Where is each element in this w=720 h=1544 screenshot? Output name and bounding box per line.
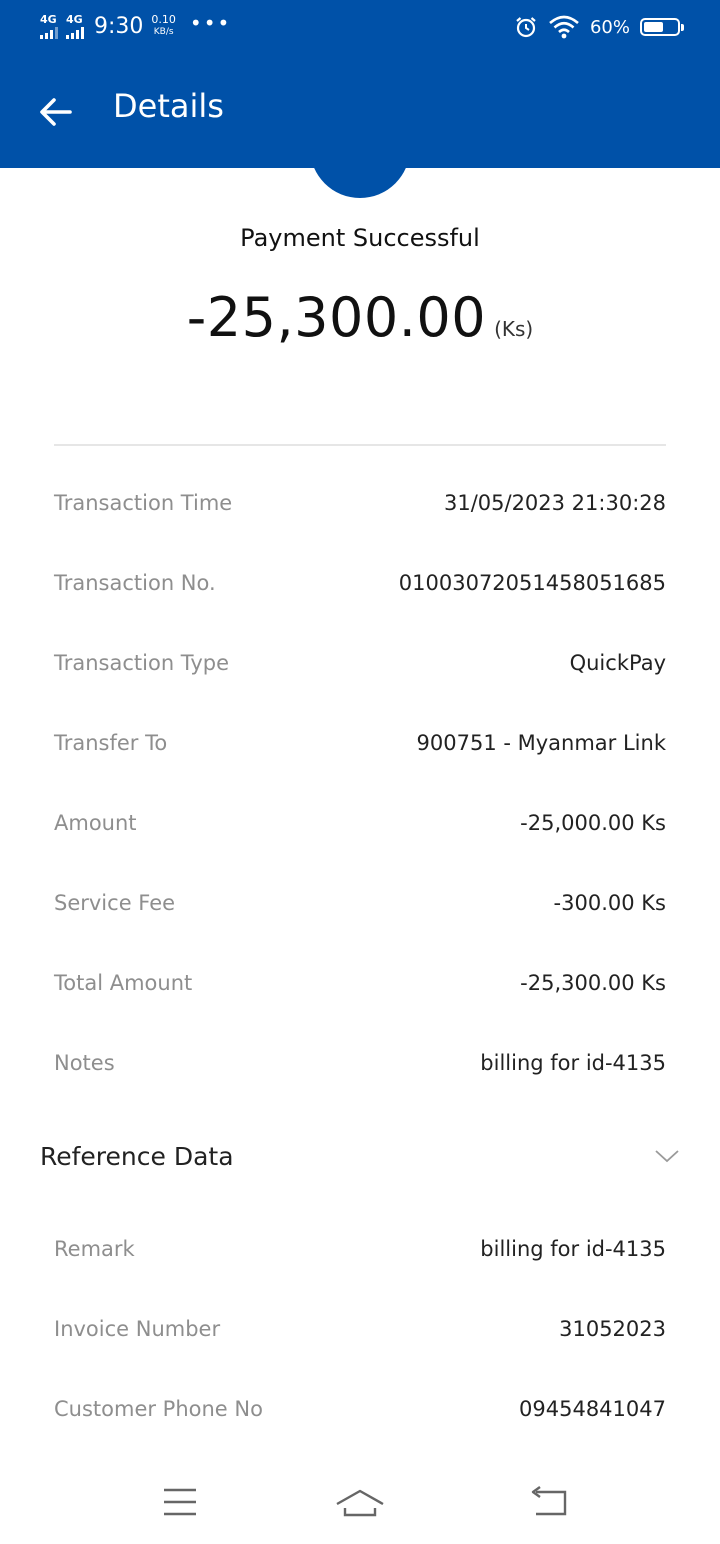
detail-label: Transaction No. (54, 571, 216, 595)
detail-value: 31/05/2023 21:30:28 (443, 491, 666, 515)
battery-level (644, 22, 663, 32)
battery-icon (640, 18, 684, 36)
detail-value: 01003072051458051685 (398, 571, 666, 595)
payment-status: Payment Successful (240, 224, 480, 252)
amount-summary: -25,300.00 (Ks) (0, 286, 720, 349)
detail-row-total-amount: Total Amount -25,300.00 Ks (54, 963, 666, 1003)
detail-label: Total Amount (54, 971, 193, 995)
reference-row-invoice-number: Invoice Number 31052023 (54, 1309, 666, 1349)
app-bar: Details (0, 52, 720, 168)
alarm-icon (516, 17, 536, 38)
network-type-label: 4G (66, 12, 83, 26)
nav-menu-button[interactable] (150, 1480, 210, 1524)
network-speed-unit: KB/s (153, 27, 174, 37)
home-icon (336, 1489, 384, 1517)
status-bar-right: 60% (514, 12, 684, 42)
wifi-icon (549, 15, 579, 39)
signal-1: 4G (40, 14, 58, 39)
detail-value: QuickPay (569, 651, 666, 675)
detail-value: -300.00 Ks (553, 891, 666, 915)
signal-bars-icon (66, 26, 84, 39)
status-bar-left: 4G 4G 9:30 0.10 KB/s ••• (40, 10, 231, 42)
arrow-left-icon (40, 98, 72, 126)
detail-row-transaction-type: Transaction Type QuickPay (54, 643, 666, 683)
network-speed: 0.10 KB/s (151, 13, 176, 39)
detail-label: Service Fee (54, 891, 176, 915)
currency-label: (Ks) (494, 317, 534, 341)
signal-2: 4G (66, 14, 84, 39)
detail-label: Invoice Number (54, 1317, 221, 1341)
detail-row-notes: Notes billing for id-4135 (54, 1043, 666, 1083)
detail-value: -25,000.00 Ks (520, 811, 666, 835)
detail-row-amount: Amount -25,000.00 Ks (54, 803, 666, 843)
header-decoration (0, 168, 720, 208)
detail-label: Amount (54, 811, 137, 835)
network-speed-value: 0.10 (151, 13, 176, 26)
detail-value: billing for id-4135 (480, 1237, 666, 1261)
detail-label: Transaction Type (54, 651, 230, 675)
status-bar: 4G 4G 9:30 0.10 KB/s ••• 60% (0, 0, 720, 52)
success-badge-shape (310, 168, 410, 198)
more-notifications-icon: ••• (189, 11, 232, 35)
system-nav-bar (0, 1460, 720, 1544)
detail-label: Transaction Time (54, 491, 233, 515)
reference-data-toggle[interactable]: Reference Data (40, 1136, 680, 1176)
reference-data-title: Reference Data (40, 1141, 234, 1171)
detail-row-transaction-time: Transaction Time 31/05/2023 21:30:28 (54, 483, 666, 523)
detail-row-transaction-no: Transaction No. 01003072051458051685 (54, 563, 666, 603)
detail-label: Transfer To (54, 731, 168, 755)
signal-bars-icon (40, 26, 58, 39)
clock: 9:30 (94, 13, 144, 39)
page-title: Details (113, 87, 224, 125)
detail-value: 09454841047 (519, 1397, 666, 1421)
reference-row-remark: Remark billing for id-4135 (54, 1229, 666, 1269)
total-amount: -25,300.00 (186, 286, 487, 349)
reference-row-customer-phone: Customer Phone No 09454841047 (54, 1389, 666, 1429)
detail-value: 900751 - Myanmar Link (416, 731, 666, 755)
detail-row-transfer-to: Transfer To 900751 - Myanmar Link (54, 723, 666, 763)
nav-home-button[interactable] (330, 1480, 390, 1524)
detail-label: Remark (54, 1237, 135, 1261)
menu-icon (164, 1488, 196, 1516)
detail-value: -25,300.00 Ks (520, 971, 666, 995)
detail-row-service-fee: Service Fee -300.00 Ks (54, 883, 666, 923)
detail-value: 31052023 (559, 1317, 666, 1341)
back-button[interactable] (34, 90, 78, 134)
detail-label: Customer Phone No (54, 1397, 263, 1421)
divider (54, 444, 666, 446)
back-icon (531, 1486, 567, 1516)
chevron-down-icon (655, 1150, 679, 1163)
nav-back-button[interactable] (518, 1480, 578, 1524)
detail-label: Notes (54, 1051, 115, 1075)
battery-percent: 60% (589, 16, 630, 38)
detail-value: billing for id-4135 (480, 1051, 666, 1075)
network-type-label: 4G (40, 12, 57, 26)
